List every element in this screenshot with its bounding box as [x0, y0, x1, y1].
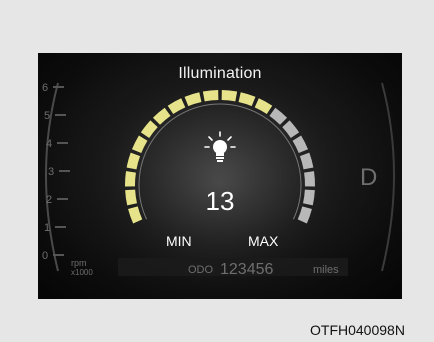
display-panel: 6 5 4 3 2 1 0 rpm x1000 D 13 MIN MAX ODO 12345…	[38, 53, 402, 299]
tachometer-unit-top: rpm	[71, 258, 87, 268]
gauge-segment	[202, 90, 219, 102]
odometer-value: 123456	[220, 261, 273, 278]
tachometer-tick-label: 0	[42, 250, 48, 262]
tachometer-tick-label: 2	[46, 194, 52, 206]
speedometer-arc	[381, 82, 395, 272]
tachometer-tick-label: 3	[48, 166, 54, 178]
gauge-segment	[125, 189, 137, 206]
gear-indicator: D	[360, 164, 377, 191]
display-graphics: 6 5 4 3 2 1 0 rpm x1000 D 13 MIN MAX ODO 12345…	[42, 58, 395, 299]
gauge-segment	[304, 171, 315, 187]
tachometer-tick-label: 4	[46, 138, 52, 150]
odometer-unit: miles	[313, 264, 339, 276]
min-label: MIN	[166, 233, 192, 249]
tachometer-tick-label: 5	[44, 110, 50, 122]
tachometer-unit-bottom: x1000	[71, 268, 93, 277]
gauge-segment	[125, 171, 136, 187]
figure-code: OTFH040098N	[310, 322, 405, 338]
gauge-segment	[303, 189, 315, 206]
tachometer-tick-label: 1	[44, 222, 50, 234]
odometer-label: ODO	[188, 264, 214, 276]
page-title: Illumination	[178, 65, 262, 82]
cluster-screen: { "screen": { "title": "Illumination", "…	[0, 0, 434, 342]
illumination-value: 13	[206, 186, 235, 216]
max-label: MAX	[248, 233, 279, 249]
gauge-segment	[221, 90, 238, 102]
tachometer-tick-label: 6	[42, 82, 48, 94]
